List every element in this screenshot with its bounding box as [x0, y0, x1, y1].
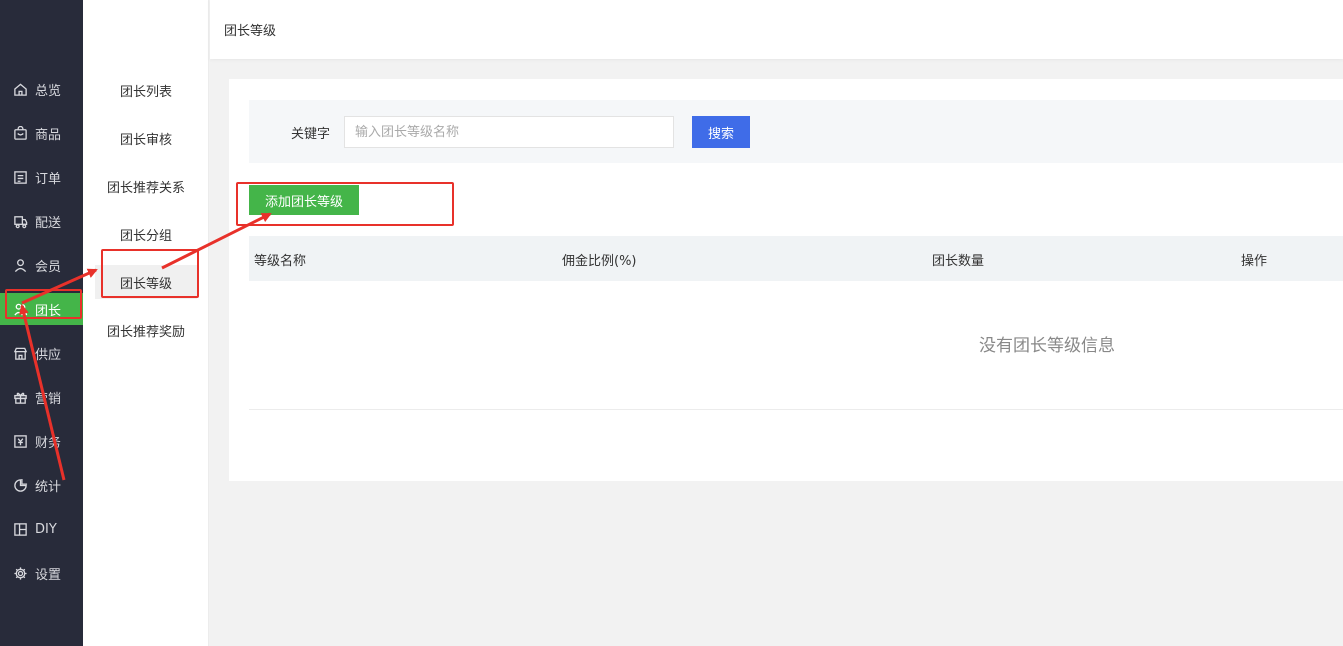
content-card: 关键字 搜索 添加团长等级 等级名称 佣金比例(%) 团长数量 操作 没有团长等…	[229, 79, 1343, 481]
user-icon	[12, 257, 28, 273]
nav-item-finance[interactable]: 财务	[0, 425, 83, 457]
nav-item-label: 总览	[35, 83, 62, 99]
gear-icon	[12, 565, 28, 581]
subnav-item-leader-review[interactable]: 团长审核	[95, 121, 197, 155]
nav-item-products[interactable]: 商品	[0, 117, 83, 149]
nav-item-supply[interactable]: 供应	[0, 337, 83, 369]
page-header: 团长等级	[210, 0, 1343, 59]
nav-item-label: 统计	[35, 479, 62, 495]
nav-item-members[interactable]: 会员	[0, 249, 83, 281]
column-header-actions: 操作	[1241, 254, 1268, 269]
subnav-item-leader-referrals[interactable]: 团长推荐关系	[95, 169, 197, 203]
nav-item-label: 商品	[35, 127, 62, 143]
nav-item-label: 供应	[35, 347, 62, 363]
column-header-commission-rate: 佣金比例(%)	[562, 254, 637, 269]
nav-item-settings[interactable]: 设置	[0, 557, 83, 589]
finance-icon	[12, 433, 28, 449]
search-label: 关键字	[291, 127, 331, 142]
search-button[interactable]: 搜索	[692, 116, 750, 148]
nav-item-label: 订单	[35, 171, 62, 187]
main-sidebar: 总览 商品 订单 配送 会员 团长 供应 营销 财务 统计 DIY 设置	[0, 0, 83, 646]
column-header-leader-count: 团长数量	[932, 254, 985, 269]
layout-icon	[12, 521, 28, 537]
store-icon	[12, 345, 28, 361]
pie-chart-icon	[12, 477, 28, 493]
home-icon	[12, 81, 28, 97]
nav-item-label: 营销	[35, 391, 62, 407]
nav-item-orders[interactable]: 订单	[0, 161, 83, 193]
subnav-item-leader-list[interactable]: 团长列表	[95, 73, 197, 107]
subnav-item-leader-groups[interactable]: 团长分组	[95, 217, 197, 251]
nav-item-marketing[interactable]: 营销	[0, 381, 83, 413]
order-list-icon	[12, 169, 28, 185]
gift-icon	[12, 389, 28, 405]
nav-item-diy[interactable]: DIY	[0, 513, 83, 545]
nav-item-label: 会员	[35, 259, 62, 275]
nav-item-label: DIY	[35, 521, 57, 537]
search-bar: 关键字 搜索	[249, 100, 1343, 163]
shopping-bag-icon	[12, 125, 28, 141]
column-header-level-name: 等级名称	[254, 254, 307, 269]
delivery-icon	[12, 213, 28, 229]
nav-item-delivery[interactable]: 配送	[0, 205, 83, 237]
search-input[interactable]	[344, 116, 674, 148]
empty-message: 没有团长等级信息	[979, 336, 1115, 356]
subnav-item-leader-referral-rewards[interactable]: 团长推荐奖励	[95, 313, 197, 347]
table-empty-state: 没有团长等级信息	[249, 281, 1343, 410]
table-header: 等级名称 佣金比例(%) 团长数量 操作	[249, 236, 1343, 281]
sub-sidebar: 团长列表 团长审核 团长推荐关系 团长分组 团长等级 团长推荐奖励	[83, 0, 209, 646]
annotation-box-subnav	[101, 249, 199, 298]
annotation-box-nav	[5, 289, 82, 319]
nav-item-label: 财务	[35, 435, 62, 451]
nav-item-statistics[interactable]: 统计	[0, 469, 83, 501]
nav-item-overview[interactable]: 总览	[0, 73, 83, 105]
breadcrumb: 团长等级	[224, 24, 277, 39]
nav-item-label: 设置	[35, 567, 62, 583]
annotation-box-add-button	[236, 182, 454, 226]
nav-item-label: 配送	[35, 215, 62, 231]
